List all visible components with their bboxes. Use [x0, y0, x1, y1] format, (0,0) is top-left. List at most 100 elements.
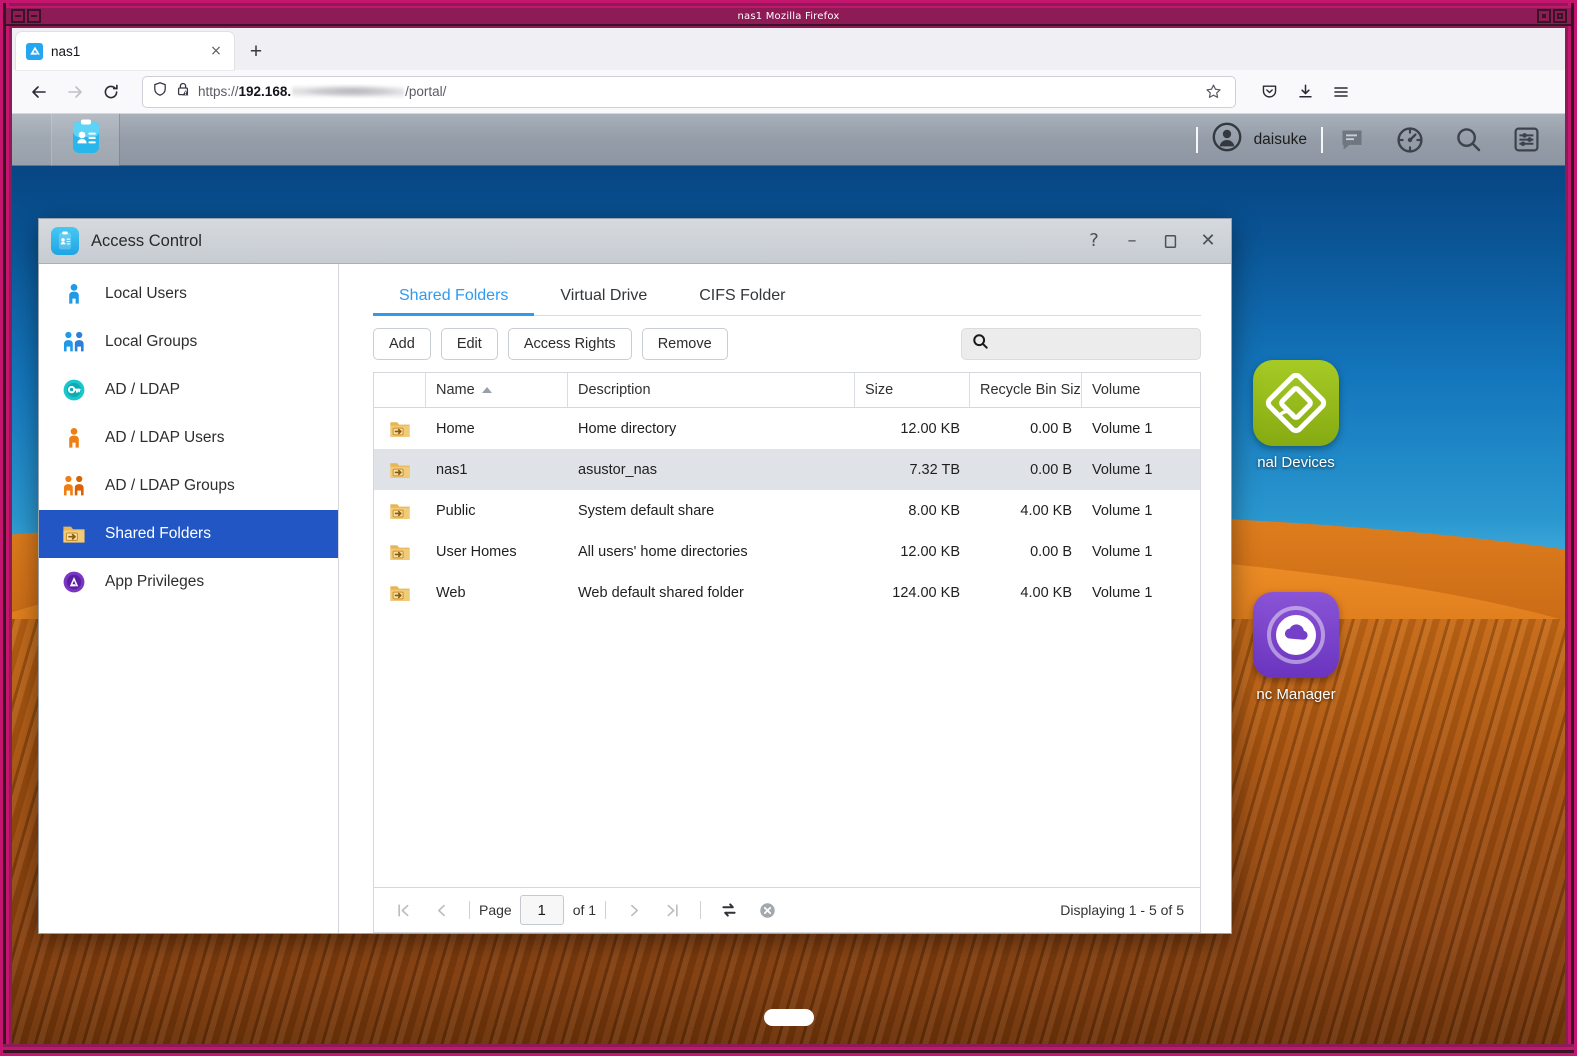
maximize-button[interactable] [1151, 222, 1189, 260]
sidebar-item-local-users[interactable]: Local Users [39, 270, 338, 318]
table-row[interactable]: Public System default share 8.00 KB 4.00… [374, 490, 1200, 531]
grid-header-name[interactable]: Name [426, 373, 568, 407]
sidebar-item-label: AD / LDAP Users [105, 429, 224, 447]
access-control-titlebar[interactable]: Access Control ? – ✕ [39, 219, 1231, 264]
reload-arrow-icon[interactable] [94, 75, 128, 109]
search-input[interactable] [997, 336, 1190, 352]
grid-header-name-label: Name [436, 382, 475, 398]
table-row[interactable]: Home Home directory 12.00 KB 0.00 B Volu… [374, 408, 1200, 449]
last-page-icon[interactable] [653, 893, 691, 927]
row-name: Web [426, 585, 568, 601]
adm-user-menu[interactable]: daisuke [1212, 122, 1307, 157]
access-control-app-icon [68, 119, 104, 160]
url-bar[interactable]: https://192.168. /portal/ [142, 76, 1236, 108]
row-name: Home [426, 421, 568, 437]
first-page-icon[interactable] [384, 893, 422, 927]
wm-border-right[interactable] [1565, 0, 1577, 1056]
clear-filter-icon[interactable] [748, 893, 786, 927]
wm-shade-button[interactable] [27, 9, 41, 23]
add-button[interactable]: Add [373, 328, 431, 360]
desktop-icon-sync-manager[interactable]: nc Manager [1226, 592, 1366, 703]
sidebar-item-ad-ldap-users[interactable]: AD / LDAP Users [39, 414, 338, 462]
help-button[interactable]: ? [1075, 222, 1113, 260]
user-avatar-icon [1212, 122, 1242, 157]
grid-pager: Page of 1 [374, 887, 1200, 932]
wm-border-bottom[interactable] [0, 1044, 1577, 1056]
bookmark-star-icon[interactable] [1200, 79, 1226, 105]
wm-left-buttons [10, 9, 41, 23]
wm-border-left[interactable] [0, 0, 12, 1056]
search-icon[interactable] [1453, 125, 1483, 155]
dock-handle[interactable] [764, 1009, 814, 1026]
wm-maximize-button[interactable] [1553, 9, 1567, 23]
settings-sliders-icon[interactable] [1511, 125, 1541, 155]
sync-manager-icon [1253, 592, 1339, 678]
key-teal-icon [61, 377, 87, 403]
url-host: 192.168. [239, 84, 292, 99]
grid-header-description[interactable]: Description [568, 373, 855, 407]
close-button[interactable]: ✕ [1189, 222, 1227, 260]
wm-minimize-button[interactable] [11, 9, 25, 23]
downloads-icon[interactable] [1288, 75, 1322, 109]
app-menu-icon[interactable] [1324, 75, 1358, 109]
close-tab-icon[interactable]: × [206, 41, 226, 61]
grid-header-recycle-bin-size[interactable]: Recycle Bin Siz [970, 373, 1082, 407]
wm-title-text: nas1 Mozilla Firefox [6, 11, 1571, 22]
page-of-label: of 1 [573, 902, 596, 918]
minimize-button[interactable]: – [1113, 222, 1151, 260]
desktop-icon-external-devices[interactable]: nal Devices [1226, 360, 1366, 471]
tab-virtual-drive[interactable]: Virtual Drive [534, 288, 673, 315]
chat-icon[interactable] [1337, 125, 1367, 155]
pocket-save-icon[interactable] [1252, 75, 1286, 109]
sidebar-item-shared-folders[interactable]: Shared Folders [39, 510, 338, 558]
row-size: 12.00 KB [855, 544, 970, 560]
table-row[interactable]: User Homes All users' home directories 1… [374, 531, 1200, 572]
url-path: /portal/ [405, 84, 446, 99]
refresh-icon[interactable] [710, 893, 748, 927]
url-scheme: https:// [198, 84, 239, 99]
next-page-icon[interactable] [615, 893, 653, 927]
sidebar-item-local-groups[interactable]: Local Groups [39, 318, 338, 366]
wm-restore-button[interactable] [1537, 9, 1551, 23]
table-row[interactable]: Web Web default shared folder 124.00 KB … [374, 572, 1200, 613]
tab-shared-folders[interactable]: Shared Folders [373, 288, 534, 315]
access-control-main: Shared Folders Virtual Drive CIFS Folder… [339, 264, 1231, 933]
row-recycle-bin-size: 0.00 B [970, 462, 1082, 478]
insecure-lock-warning-icon[interactable] [175, 81, 191, 102]
access-control-body: Local Users Local G [39, 264, 1231, 933]
remove-button[interactable]: Remove [642, 328, 728, 360]
table-row[interactable]: nas1 asustor_nas 7.32 TB 0.00 B Volume 1 [374, 449, 1200, 490]
prev-page-icon[interactable] [422, 893, 460, 927]
grid-header-row: Name Description Size Recycle Bin Siz Vo… [374, 373, 1200, 408]
edit-button[interactable]: Edit [441, 328, 498, 360]
app-privileges-icon [61, 569, 87, 595]
row-folder-icon [374, 583, 426, 603]
sidebar-item-app-privileges[interactable]: App Privileges [39, 558, 338, 606]
tracking-protection-shield-icon[interactable] [152, 81, 168, 102]
back-arrow-icon[interactable] [22, 75, 56, 109]
page-label: Page [479, 902, 512, 918]
access-rights-button[interactable]: Access Rights [508, 328, 632, 360]
browser-tab-nas1[interactable]: nas1 × [16, 32, 234, 70]
grid-header-volume[interactable]: Volume [1082, 373, 1200, 407]
row-recycle-bin-size: 0.00 B [970, 421, 1082, 437]
forward-arrow-icon[interactable] [58, 75, 92, 109]
page-number-input[interactable] [520, 895, 564, 925]
row-size: 7.32 TB [855, 462, 970, 478]
grid-header-size[interactable]: Size [855, 373, 970, 407]
search-icon [972, 333, 989, 355]
access-control-window: Access Control ? – ✕ [38, 218, 1232, 934]
sidebar-item-ad-ldap-groups[interactable]: AD / LDAP Groups [39, 462, 338, 510]
user-blue-icon [61, 281, 87, 307]
new-tab-button[interactable]: + [240, 35, 272, 67]
pager-divider-1 [469, 901, 470, 919]
access-control-sidebar: Local Users Local G [39, 264, 339, 933]
taskbar-access-control-button[interactable] [52, 114, 120, 166]
dashboard-icon[interactable] [1395, 125, 1425, 155]
wm-titlebar[interactable]: nas1 Mozilla Firefox [6, 6, 1571, 26]
search-box[interactable] [961, 328, 1201, 360]
user-orange-icon [61, 425, 87, 451]
tab-cifs-folder[interactable]: CIFS Folder [673, 288, 811, 315]
topbar-divider-2 [1321, 127, 1323, 153]
sidebar-item-ad-ldap[interactable]: AD / LDAP [39, 366, 338, 414]
